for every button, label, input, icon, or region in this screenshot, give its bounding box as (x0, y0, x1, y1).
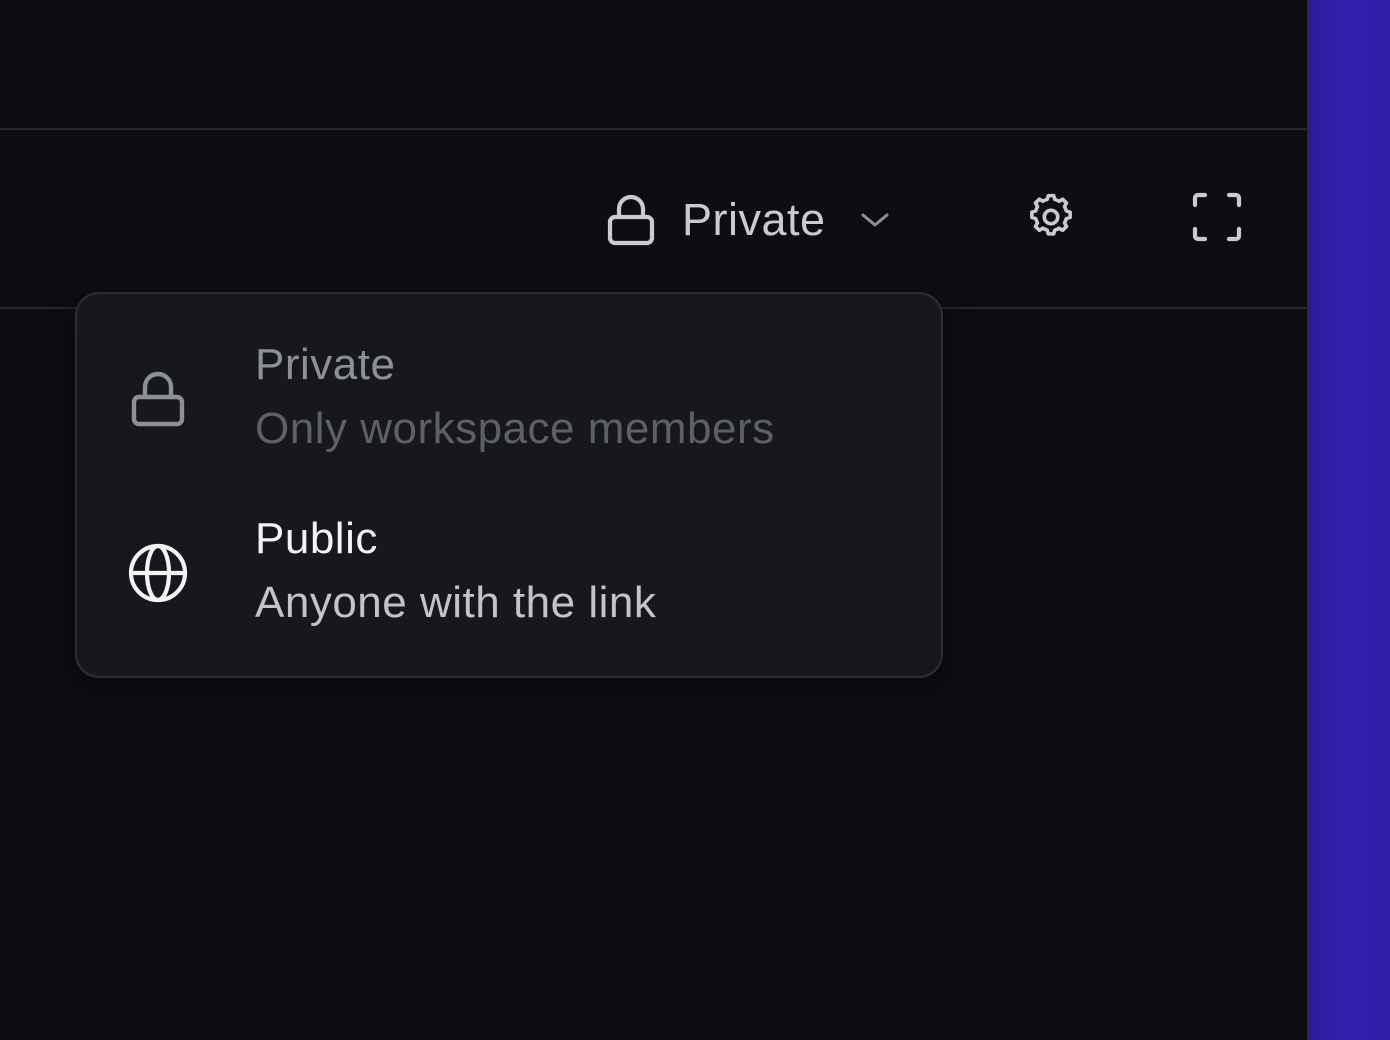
menu-item-description: Only workspace members (255, 404, 775, 453)
visibility-label: Private (682, 194, 826, 245)
desktop-backdrop (1309, 0, 1390, 1040)
visibility-menu: Private Only workspace members Public An… (75, 292, 943, 678)
menu-item-title: Private (255, 340, 396, 389)
header-divider (0, 128, 1307, 130)
menu-item-public[interactable]: Public Anyone with the link (77, 496, 941, 656)
lock-icon (125, 366, 191, 432)
fullscreen-button[interactable] (1186, 188, 1248, 250)
gear-icon (1024, 190, 1078, 249)
app-window: Private Private Only workspace members P… (0, 0, 1307, 1040)
visibility-dropdown-button[interactable]: Private (606, 186, 892, 254)
chevron-down-icon (858, 210, 892, 230)
lock-icon (606, 193, 656, 247)
fullscreen-icon (1191, 191, 1243, 248)
menu-item-title: Public (255, 514, 378, 563)
menu-item-private[interactable]: Private Only workspace members (77, 322, 941, 482)
menu-item-description: Anyone with the link (255, 578, 657, 627)
globe-icon (125, 540, 191, 606)
settings-button[interactable] (1020, 188, 1082, 250)
